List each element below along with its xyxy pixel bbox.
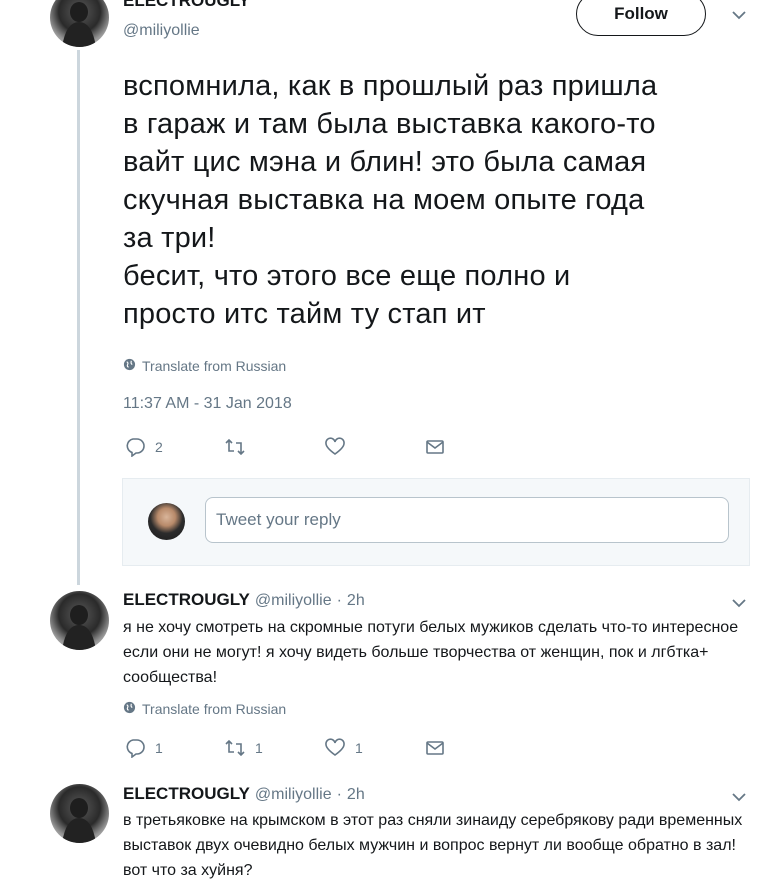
- dm-button[interactable]: [425, 437, 525, 457]
- reply-input[interactable]: Tweet your reply: [205, 497, 729, 543]
- reply-count: 2: [155, 439, 163, 455]
- envelope-icon: [426, 440, 444, 454]
- reply-button[interactable]: 1: [125, 738, 225, 758]
- translate-label[interactable]: Translate from Russian: [142, 358, 286, 374]
- translate-label[interactable]: Translate from Russian: [142, 701, 286, 717]
- follow-button[interactable]: Follow: [576, 0, 706, 36]
- chevron-down-icon[interactable]: [731, 8, 747, 26]
- retweet-icon: [225, 438, 245, 456]
- display-name[interactable]: ELECTROUGLY: [123, 784, 250, 804]
- retweet-button[interactable]: 1: [225, 738, 325, 758]
- avatar[interactable]: [50, 784, 109, 843]
- handle[interactable]: @miliyollie: [123, 22, 200, 40]
- timestamp[interactable]: 11:37 AM - 31 Jan 2018: [123, 395, 292, 413]
- like-count: 1: [355, 740, 363, 756]
- reply-icon: [126, 739, 145, 758]
- tweet-text: вспомнила, как в прошлый раз пришла в га…: [123, 70, 658, 330]
- retweet-button[interactable]: [225, 437, 325, 457]
- handle[interactable]: @miliyollie: [255, 592, 332, 610]
- heart-icon: [325, 437, 345, 455]
- chevron-down-icon[interactable]: [731, 790, 747, 808]
- reply-count: 1: [155, 740, 163, 756]
- reply-composer: Tweet your reply: [122, 478, 750, 566]
- tweet-time[interactable]: 2h: [347, 592, 365, 610]
- separator: ·: [336, 592, 342, 609]
- thread-line: [77, 50, 80, 585]
- reply-button[interactable]: 2: [125, 437, 225, 457]
- tweet-time[interactable]: 2h: [347, 786, 365, 804]
- reply-icon: [126, 438, 145, 457]
- translate-link[interactable]: Translate from Russian: [123, 701, 286, 717]
- tweet-header: ELECTROUGLY @miliyollie · 2h: [123, 590, 365, 610]
- heart-icon: [325, 738, 345, 756]
- retweet-icon: [225, 739, 245, 757]
- chevron-down-icon[interactable]: [731, 596, 747, 614]
- user-avatar[interactable]: [148, 503, 185, 540]
- avatar[interactable]: [50, 0, 109, 47]
- tweet-header: ELECTROUGLY @miliyollie · 2h: [123, 784, 365, 804]
- display-name[interactable]: ELECTROUGLY: [123, 590, 250, 610]
- globe-icon: [123, 701, 136, 717]
- dm-button[interactable]: [425, 738, 525, 758]
- globe-icon: [123, 358, 136, 374]
- tweet-text: в третьяковке на крымском в этот раз сня…: [123, 812, 743, 879]
- handle[interactable]: @miliyollie: [255, 786, 332, 804]
- avatar[interactable]: [50, 591, 109, 650]
- action-bar: 2: [125, 437, 525, 457]
- retweet-count: 1: [255, 740, 263, 756]
- separator: ·: [336, 786, 342, 803]
- action-bar: 1 1 1: [125, 738, 525, 758]
- translate-link[interactable]: Translate from Russian: [123, 358, 286, 374]
- tweet-text: я не хочу смотреть на скромные потуги бе…: [123, 619, 739, 686]
- like-button[interactable]: 1: [325, 738, 425, 758]
- envelope-icon: [426, 741, 444, 755]
- like-button[interactable]: [325, 437, 425, 457]
- display-name[interactable]: ELECTROUGLY: [123, 0, 250, 11]
